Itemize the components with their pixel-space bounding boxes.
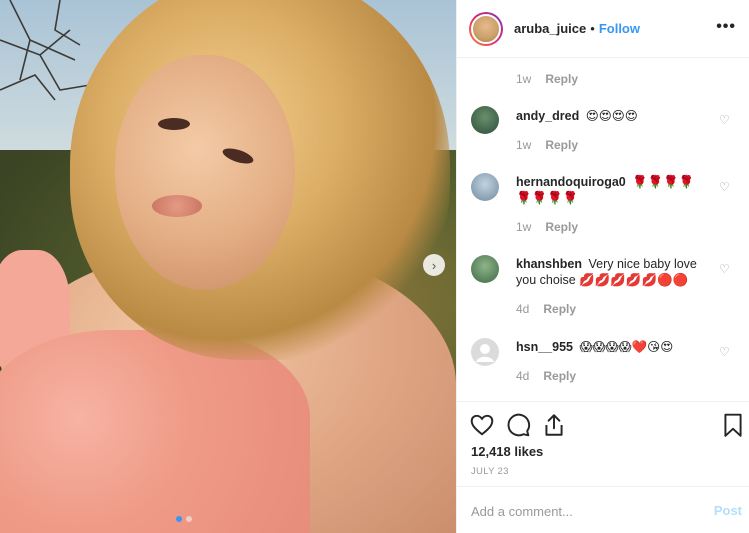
post-photo[interactable]: › <box>0 0 456 533</box>
comment-body: hernandoquiroga0 🌹🌹🌹🌹🌹🌹🌹🌹 <box>516 174 706 206</box>
comment-time: 4d <box>516 369 530 383</box>
header-separator: • <box>590 21 595 36</box>
like-comment-heart-icon[interactable]: ♡ <box>719 181 731 193</box>
carousel-dot-2[interactable] <box>186 516 192 522</box>
comment-avatar[interactable] <box>471 106 499 134</box>
reply-button[interactable]: Reply <box>545 220 578 234</box>
comment-bubble-icon[interactable] <box>505 412 531 438</box>
like-heart-icon[interactable] <box>469 412 495 438</box>
comment-meta: 1w Reply <box>516 220 578 234</box>
bookmark-icon[interactable] <box>720 412 746 438</box>
carousel-next-button[interactable]: › <box>423 254 445 276</box>
comment-body: khanshben Very nice baby love you choise… <box>516 256 706 288</box>
carousel-dot-1[interactable] <box>176 516 182 522</box>
reply-button[interactable]: Reply <box>545 138 578 152</box>
comment-avatar[interactable] <box>471 173 499 201</box>
more-options-icon[interactable]: ••• <box>716 18 736 36</box>
post-comment-button[interactable]: Post <box>714 503 742 518</box>
like-comment-heart-icon[interactable]: ♡ <box>719 263 731 275</box>
post-side-panel: aruba_juice • Follow ••• 1w Reply andy_d… <box>456 0 749 533</box>
comment-text: 😱😱😱😱❤️😘😍 <box>579 340 674 354</box>
comment-input[interactable] <box>471 501 701 521</box>
photo-dress <box>0 330 310 533</box>
comment-avatar[interactable] <box>471 338 499 366</box>
post-header: aruba_juice • Follow ••• <box>457 0 749 58</box>
comment-time: 1w <box>516 220 532 234</box>
chevron-right-icon: › <box>431 257 437 273</box>
comments-list[interactable]: 1w Reply andy_dred 😍😍😍😍 1w Reply ♡ herna… <box>457 59 749 401</box>
comment-text: 😍😍😍😍 <box>585 109 638 123</box>
reply-button[interactable]: Reply <box>543 302 576 316</box>
comment-time: 1w <box>516 72 532 86</box>
photo-eye-left <box>158 118 190 130</box>
reply-button[interactable]: Reply <box>543 369 576 383</box>
caption-meta: 1w Reply <box>516 72 578 86</box>
reply-button[interactable]: Reply <box>545 72 578 86</box>
comment-username[interactable]: hernandoquiroga0 <box>516 175 626 189</box>
comment-meta: 4d Reply <box>516 369 576 383</box>
photo-lips <box>152 195 202 217</box>
like-comment-heart-icon[interactable]: ♡ <box>719 346 731 358</box>
carousel-dots <box>176 516 192 522</box>
comment-username[interactable]: andy_dred <box>516 109 579 123</box>
comment-avatar[interactable] <box>471 255 499 283</box>
photo-face <box>115 55 295 290</box>
comment-meta: 1w Reply <box>516 138 578 152</box>
share-icon[interactable] <box>541 412 567 438</box>
post-date: JULY 23 <box>471 466 509 477</box>
comment-body: hsn__955 😱😱😱😱❤️😘😍 <box>516 339 706 355</box>
author-avatar[interactable] <box>469 11 503 46</box>
comment-time: 1w <box>516 138 532 152</box>
add-comment-bar: Post <box>457 486 749 533</box>
comment-username[interactable]: khanshben <box>516 257 582 271</box>
follow-button[interactable]: Follow <box>599 21 640 36</box>
default-avatar-icon <box>476 344 494 362</box>
like-comment-heart-icon[interactable]: ♡ <box>719 114 731 126</box>
comment-username[interactable]: hsn__955 <box>516 340 573 354</box>
comment-body: andy_dred 😍😍😍😍 <box>516 108 706 124</box>
post-actions: 12,418 likes JULY 23 <box>457 401 749 486</box>
comment-time: 4d <box>516 302 530 316</box>
comment-meta: 4d Reply <box>516 302 576 316</box>
author-username[interactable]: aruba_juice <box>514 21 586 36</box>
likes-count[interactable]: 12,418 likes <box>471 444 543 459</box>
